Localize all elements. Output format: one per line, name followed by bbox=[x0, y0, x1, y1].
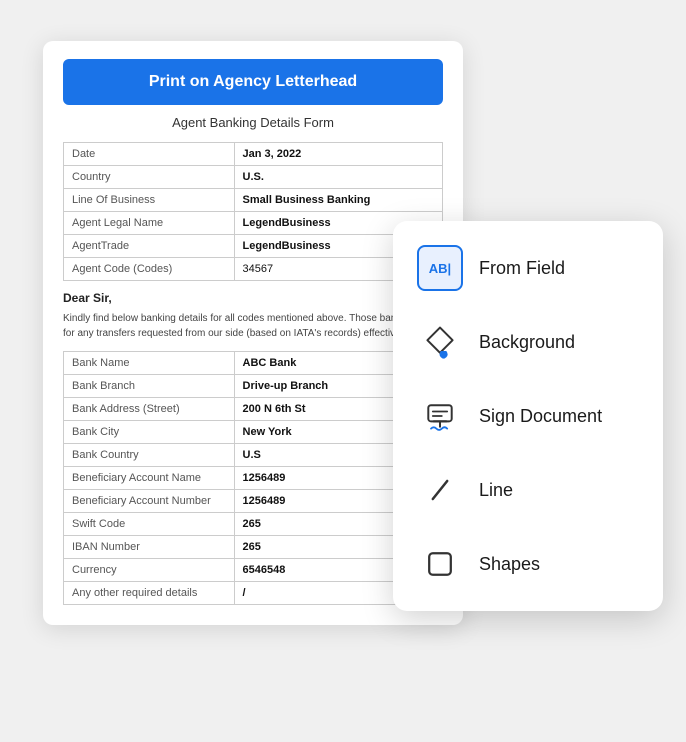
value-country: U.S. bbox=[234, 166, 442, 189]
line-label: Line bbox=[479, 480, 513, 501]
background-svg bbox=[422, 324, 458, 360]
label-date: Date bbox=[64, 143, 235, 166]
print-button[interactable]: Print on Agency Letterhead bbox=[63, 59, 443, 105]
agent-info-table: Date Jan 3, 2022 Country U.S. Line Of Bu… bbox=[63, 142, 443, 281]
table-row: Beneficiary Account Number 1256489 bbox=[64, 490, 443, 513]
table-row: Beneficiary Account Name 1256489 bbox=[64, 467, 443, 490]
value-date: Jan 3, 2022 bbox=[234, 143, 442, 166]
shapes-svg bbox=[422, 546, 458, 582]
label-beneficiary-number: Beneficiary Account Number bbox=[64, 490, 235, 513]
tools-menu: AB| From Field Background bbox=[393, 221, 663, 611]
form-subtitle: Agent Banking Details Form bbox=[43, 115, 463, 130]
label-iban: IBAN Number bbox=[64, 536, 235, 559]
menu-item-shapes[interactable]: Shapes bbox=[393, 527, 663, 601]
scene: Print on Agency Letterhead Agent Banking… bbox=[23, 21, 663, 721]
salutation: Dear Sir, bbox=[63, 291, 443, 305]
from-field-label: From Field bbox=[479, 258, 565, 279]
label-country: Country bbox=[64, 166, 235, 189]
value-lob: Small Business Banking bbox=[234, 189, 442, 212]
table-row: Line Of Business Small Business Banking bbox=[64, 189, 443, 212]
table-row: Bank City New York bbox=[64, 421, 443, 444]
table-row: Bank Country U.S bbox=[64, 444, 443, 467]
table-row: Swift Code 265 bbox=[64, 513, 443, 536]
label-legal-name: Agent Legal Name bbox=[64, 212, 235, 235]
menu-item-line[interactable]: Line bbox=[393, 453, 663, 527]
table-row: Country U.S. bbox=[64, 166, 443, 189]
table-row: Agent Code (Codes) 34567 bbox=[64, 258, 443, 281]
sign-document-label: Sign Document bbox=[479, 406, 602, 427]
table-row: Bank Address (Street) 200 N 6th St bbox=[64, 398, 443, 421]
body-text: Kindly find below banking details for al… bbox=[63, 311, 443, 341]
label-bank-address: Bank Address (Street) bbox=[64, 398, 235, 421]
bank-info-table: Bank Name ABC Bank Bank Branch Drive-up … bbox=[63, 351, 443, 605]
menu-item-background[interactable]: Background bbox=[393, 305, 663, 379]
from-field-icon: AB| bbox=[417, 245, 463, 291]
table-row: Agent Legal Name LegendBusiness bbox=[64, 212, 443, 235]
menu-item-from-field[interactable]: AB| From Field bbox=[393, 231, 663, 305]
line-icon bbox=[417, 467, 463, 513]
label-other-details: Any other required details bbox=[64, 582, 235, 605]
label-agent-trade: AgentTrade bbox=[64, 235, 235, 258]
menu-item-sign-document[interactable]: Sign Document bbox=[393, 379, 663, 453]
label-lob: Line Of Business bbox=[64, 189, 235, 212]
table-row: IBAN Number 265 bbox=[64, 536, 443, 559]
table-row: Date Jan 3, 2022 bbox=[64, 143, 443, 166]
sign-svg bbox=[422, 398, 458, 434]
label-beneficiary-name: Beneficiary Account Name bbox=[64, 467, 235, 490]
label-bank-name: Bank Name bbox=[64, 352, 235, 375]
table-row: Bank Name ABC Bank bbox=[64, 352, 443, 375]
label-bank-city: Bank City bbox=[64, 421, 235, 444]
label-agent-code: Agent Code (Codes) bbox=[64, 258, 235, 281]
from-field-icon-wrapper: AB| bbox=[417, 245, 463, 291]
shapes-icon bbox=[417, 541, 463, 587]
background-icon bbox=[417, 319, 463, 365]
background-label: Background bbox=[479, 332, 575, 353]
table-row: Bank Branch Drive-up Branch bbox=[64, 375, 443, 398]
table-row: AgentTrade LegendBusiness bbox=[64, 235, 443, 258]
label-bank-country: Bank Country bbox=[64, 444, 235, 467]
shapes-label: Shapes bbox=[479, 554, 540, 575]
label-swift: Swift Code bbox=[64, 513, 235, 536]
label-bank-branch: Bank Branch bbox=[64, 375, 235, 398]
sign-document-icon bbox=[417, 393, 463, 439]
table-row: Currency 6546548 bbox=[64, 559, 443, 582]
label-currency: Currency bbox=[64, 559, 235, 582]
line-svg bbox=[422, 472, 458, 508]
table-row: Any other required details / bbox=[64, 582, 443, 605]
